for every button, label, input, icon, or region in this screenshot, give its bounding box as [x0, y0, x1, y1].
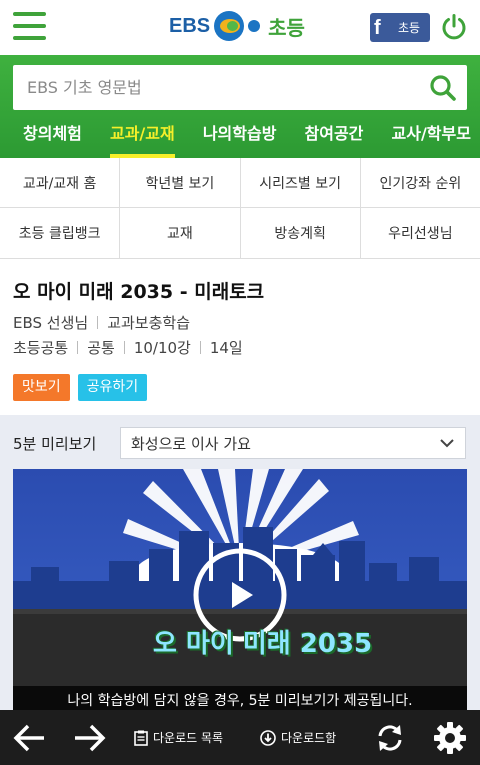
course-grade: 초등공통: [13, 339, 69, 357]
main-nav: 창의체험 교과/교재 나의학습방 참여공간 교사/학부모: [0, 115, 480, 158]
menu-icon[interactable]: [13, 12, 46, 40]
nav-item-creative-experience[interactable]: 창의체험: [23, 115, 82, 158]
power-icon[interactable]: [440, 13, 468, 41]
course-subject: 공통: [87, 339, 115, 357]
divider: [123, 341, 125, 354]
refresh-icon[interactable]: [374, 722, 406, 754]
course-info: 오 마이 미래 2035 - 미래토크 EBS 선생님 교과보충학습 초등공통 …: [0, 260, 480, 415]
download-box-label: 다운로드함: [281, 731, 337, 745]
download-list-button[interactable]: 다운로드 목록: [134, 710, 223, 765]
download-box-button[interactable]: 다운로드함: [260, 710, 336, 765]
facebook-button[interactable]: f 초등: [370, 13, 430, 42]
submenu-subjects-home[interactable]: 교과/교재 홈: [0, 158, 121, 207]
logo-elementary-text: 초등: [268, 15, 305, 40]
share-button[interactable]: 공유하기: [77, 374, 148, 401]
nav-item-participation[interactable]: 참여공간: [305, 115, 364, 158]
preview-section: 5분 미리보기 화성으로 이사 가요 오 마이 미래 2035 나의 학습방에 …: [0, 415, 480, 710]
course-title: 오 마이 미래 2035 - 미래토크: [13, 281, 265, 303]
ebs-logo[interactable]: EBS 초등: [169, 9, 305, 43]
submenu-grid: 교과/교재 홈 학년별 보기 시리즈별 보기 인기강좌 순위 초등 클립뱅크 교…: [0, 158, 480, 259]
search-nav-band: 창의체험 교과/교재 나의학습방 참여공간 교사/학부모: [0, 55, 480, 158]
top-bar: EBS 초등 f 초등: [0, 0, 480, 55]
submenu-broadcast-plan[interactable]: 방송계획: [241, 208, 361, 258]
nav-item-my-study-room[interactable]: 나의학습방: [203, 115, 277, 158]
divider: [199, 341, 201, 354]
lecture-count: 10/10강: [133, 339, 191, 357]
back-arrow-icon[interactable]: [12, 723, 46, 753]
teacher-name: EBS 선생님: [13, 314, 89, 332]
forward-arrow-icon[interactable]: [73, 723, 107, 753]
video-title-overlay: 오 마이 미래 2035: [153, 629, 373, 659]
course-days: 14일: [209, 339, 243, 357]
nav-item-subjects-textbooks[interactable]: 교과/교재: [109, 115, 175, 158]
clipboard-icon: [134, 730, 148, 746]
episode-select[interactable]: 화성으로 이사 가요: [120, 427, 466, 459]
divider: [97, 316, 99, 329]
facebook-icon: f: [374, 16, 381, 39]
settings-gear-icon[interactable]: [432, 720, 468, 756]
search-box: [13, 65, 467, 110]
download-icon: [260, 729, 276, 746]
submenu-our-teachers[interactable]: 우리선생님: [361, 208, 480, 258]
video-thumbnail: [13, 469, 467, 710]
episode-select-value: 화성으로 이사 가요: [131, 434, 251, 453]
preview-label: 5분 미리보기: [13, 435, 97, 453]
action-tags: 맛보기 공유하기: [13, 374, 148, 401]
divider: [77, 341, 79, 354]
search-icon[interactable]: [429, 74, 457, 102]
chevron-down-icon: [440, 439, 454, 448]
logo-ebs-text: EBS: [169, 14, 211, 37]
nav-item-teachers-parents[interactable]: 교사/학부모: [392, 115, 471, 158]
ebs-logo-mark-icon: [214, 11, 261, 41]
facebook-label: 초등: [398, 21, 421, 35]
submenu-popular-ranking[interactable]: 인기강좌 순위: [361, 158, 480, 207]
submenu-by-grade[interactable]: 학년별 보기: [120, 158, 241, 207]
course-category: 교과보충학습: [107, 314, 191, 332]
preview-tag-button[interactable]: 맛보기: [13, 374, 70, 401]
submenu-clip-bank[interactable]: 초등 클립뱅크: [0, 208, 121, 258]
bottom-toolbar: 다운로드 목록 다운로드함: [0, 710, 480, 765]
submenu-by-series[interactable]: 시리즈별 보기: [241, 158, 361, 207]
preview-notice: 나의 학습방에 담지 않을 경우, 5분 미리보기가 제공됩니다.: [13, 686, 467, 710]
course-meta-1: EBS 선생님 교과보충학습: [13, 312, 190, 333]
download-list-label: 다운로드 목록: [153, 731, 224, 745]
course-meta-2: 초등공통 공통 10/10강 14일: [13, 337, 243, 358]
search-input[interactable]: [13, 65, 413, 110]
submenu-textbooks[interactable]: 교재: [120, 208, 241, 258]
video-player[interactable]: 오 마이 미래 2035 나의 학습방에 담지 않을 경우, 5분 미리보기가 …: [13, 469, 467, 710]
